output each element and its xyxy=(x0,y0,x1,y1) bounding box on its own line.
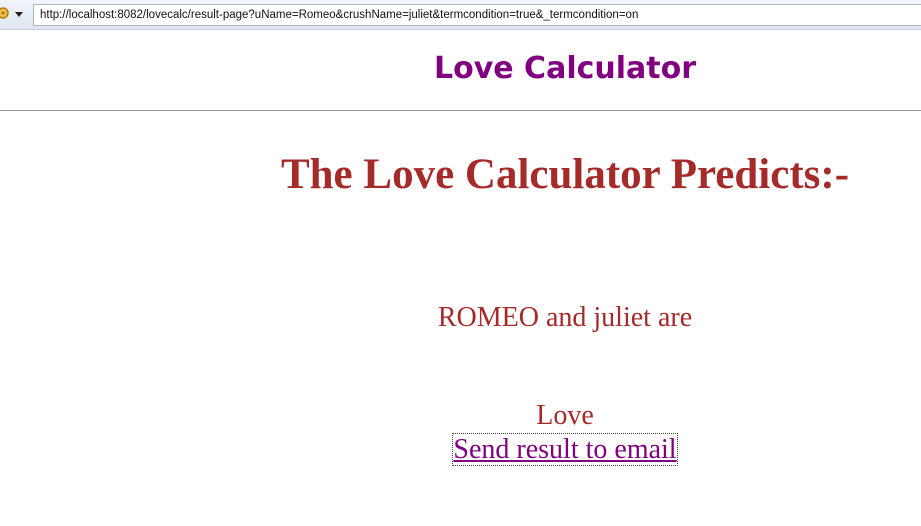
site-header: Love Calculator xyxy=(0,31,921,111)
page-title: Love Calculator xyxy=(433,51,697,86)
chevron-down-icon[interactable] xyxy=(15,12,23,17)
result-content: The Love Calculator Predicts:- ROMEO and… xyxy=(0,112,921,526)
send-email-link[interactable]: Send result to email xyxy=(452,433,678,466)
url-text: http://localhost:8082/lovecalc/result-pa… xyxy=(40,9,639,21)
result-value-text: Love xyxy=(536,400,594,431)
browser-toolbar: http://localhost:8082/lovecalc/result-pa… xyxy=(0,0,921,30)
result-names-text: ROMEO and juliet are xyxy=(437,302,693,333)
email-link-container: Send result to email xyxy=(0,433,921,466)
address-bar[interactable]: http://localhost:8082/lovecalc/result-pa… xyxy=(33,4,921,26)
prediction-heading: The Love Calculator Predicts:- xyxy=(280,151,850,198)
page-history-icon[interactable] xyxy=(0,6,10,20)
